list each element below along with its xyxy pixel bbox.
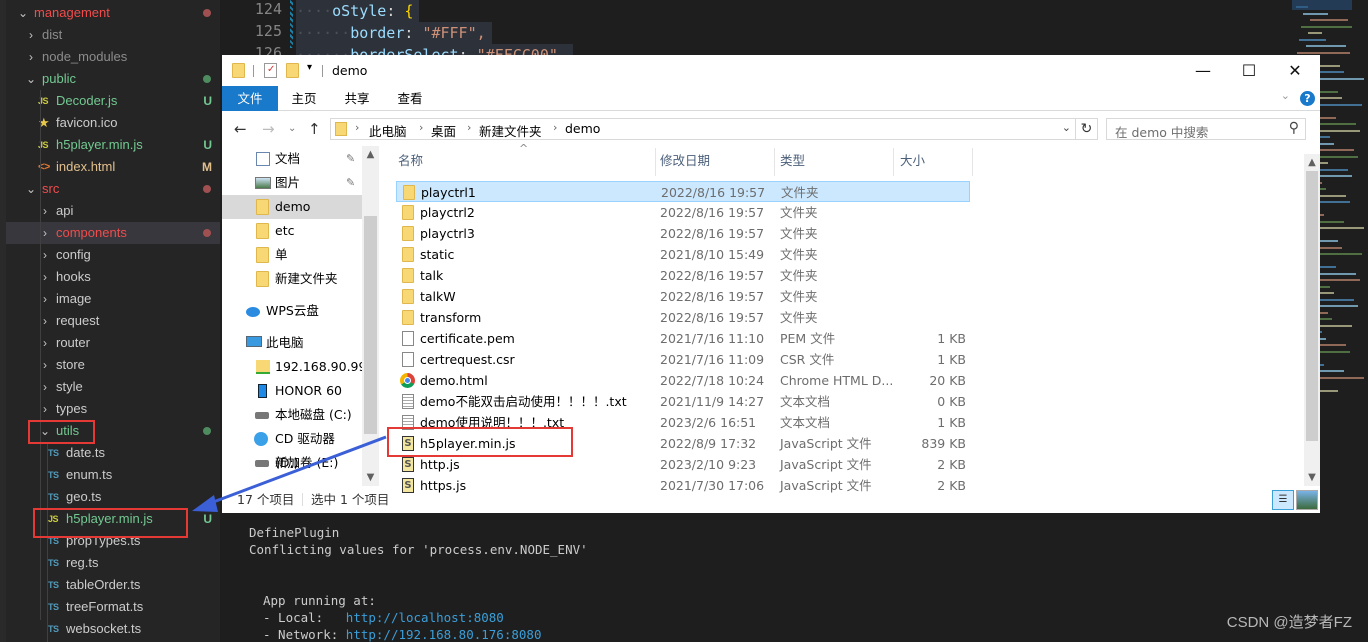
annotation-arrow [192, 435, 387, 512]
arrow-head [192, 495, 218, 512]
arrow-shaft [207, 435, 387, 506]
